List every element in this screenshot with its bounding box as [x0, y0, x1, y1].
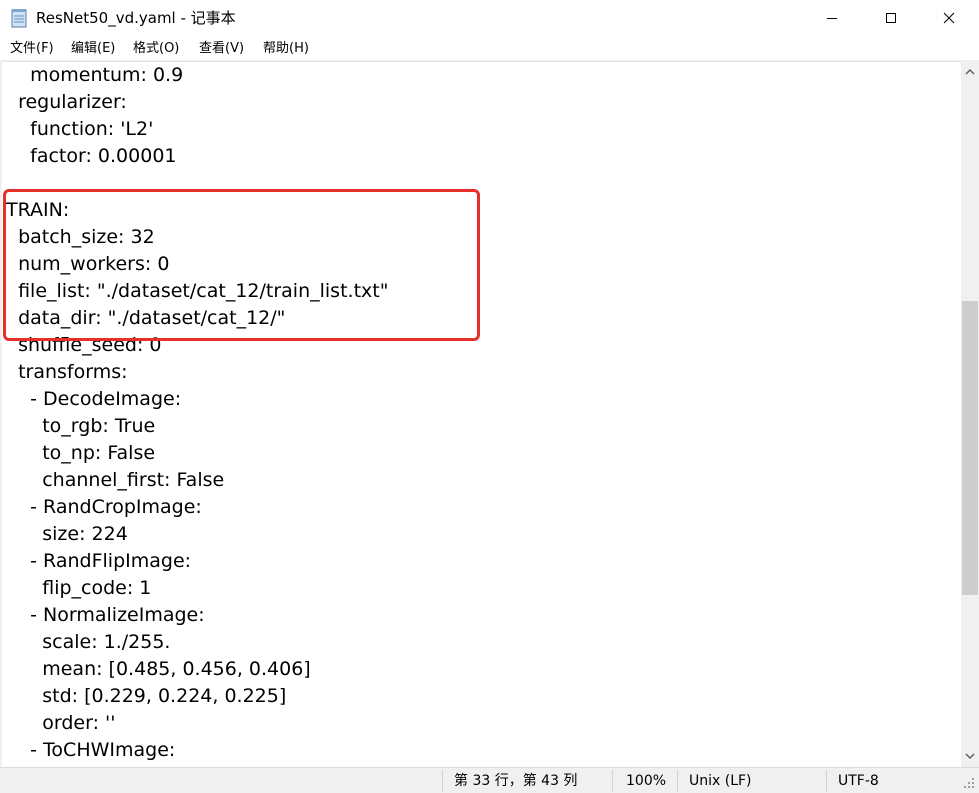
editor-line: TRAIN: — [6, 199, 70, 221]
status-separator — [677, 770, 678, 792]
editor-line: - NormalizeImage: — [6, 604, 205, 626]
editor-line: flip_code: 1 — [6, 577, 152, 599]
status-encoding: UTF-8 — [838, 773, 879, 789]
editor-line: file_list: "./dataset/cat_12/train_list.… — [6, 280, 389, 302]
editor-line: order: '' — [6, 712, 116, 734]
editor-line: mean: [0.485, 0.456, 0.406] — [6, 658, 311, 680]
resize-grip-icon[interactable] — [962, 776, 976, 790]
notepad-icon — [11, 9, 27, 28]
editor-line: function: 'L2' — [6, 118, 154, 140]
editor-line: to_np: False — [6, 442, 156, 464]
vertical-scrollbar[interactable] — [961, 61, 979, 767]
editor-line: size: 224 — [6, 523, 128, 545]
menu-edit[interactable]: 编辑(E) — [70, 39, 116, 58]
status-zoom: 100% — [626, 773, 667, 789]
window-title: ResNet50_vd.yaml - 记事本 — [36, 9, 236, 27]
status-bar: 第 33 行，第 43 列 100% Unix (LF) UTF-8 — [0, 767, 979, 793]
editor-line: regularizer: — [6, 91, 127, 113]
editor-line: momentum: 0.9 — [6, 64, 184, 86]
maximize-icon — [886, 13, 896, 23]
close-icon — [943, 12, 955, 24]
editor-line: data_dir: "./dataset/cat_12/" — [6, 307, 286, 329]
scroll-up-button[interactable] — [961, 63, 979, 81]
notepad-window: ResNet50_vd.yaml - 记事本 文件(F) 编辑(E) 格式(O)… — [0, 0, 979, 793]
minimize-icon — [827, 18, 837, 19]
status-separator — [826, 770, 827, 792]
editor-line: - ToCHWImage: — [6, 739, 176, 761]
text-editor[interactable]: momentum: 0.9 regularizer: function: 'L2… — [0, 61, 961, 767]
editor-line: - DecodeImage: — [6, 388, 182, 410]
scroll-down-button[interactable] — [961, 747, 979, 765]
editor-line: to_rgb: True — [6, 415, 156, 437]
editor-left-border — [0, 61, 2, 767]
scroll-thumb[interactable] — [962, 301, 978, 595]
editor-line: - RandCropImage: — [6, 496, 202, 518]
status-cursor-position: 第 33 行，第 43 列 — [454, 773, 578, 789]
status-separator — [442, 770, 443, 792]
menu-help[interactable]: 帮助(H) — [262, 39, 310, 58]
status-separator — [612, 770, 613, 792]
minimize-button[interactable] — [806, 0, 858, 36]
menu-view[interactable]: 查看(V) — [198, 39, 245, 58]
maximize-button[interactable] — [865, 0, 917, 36]
arrow-down-icon — [965, 753, 975, 760]
close-button[interactable] — [923, 0, 975, 36]
editor-line: shuffle_seed: 0 — [6, 334, 162, 356]
title-bar[interactable]: ResNet50_vd.yaml - 记事本 — [0, 0, 979, 36]
editor-line: batch_size: 32 — [6, 226, 155, 248]
editor-line: std: [0.229, 0.224, 0.225] — [6, 685, 287, 707]
editor-line: factor: 0.00001 — [6, 145, 177, 167]
menu-format[interactable]: 格式(O) — [132, 39, 180, 58]
menu-file[interactable]: 文件(F) — [9, 39, 55, 58]
editor-line: num_workers: 0 — [6, 253, 170, 275]
arrow-up-icon — [965, 68, 975, 75]
editor-line: - RandFlipImage: — [6, 550, 192, 572]
editor-line: channel_first: False — [6, 469, 225, 491]
editor-line: transforms: — [6, 361, 128, 383]
menu-bar: 文件(F) 编辑(E) 格式(O) 查看(V) 帮助(H) — [0, 36, 979, 61]
status-line-ending: Unix (LF) — [689, 773, 752, 789]
editor-line: scale: 1./255. — [6, 631, 171, 653]
